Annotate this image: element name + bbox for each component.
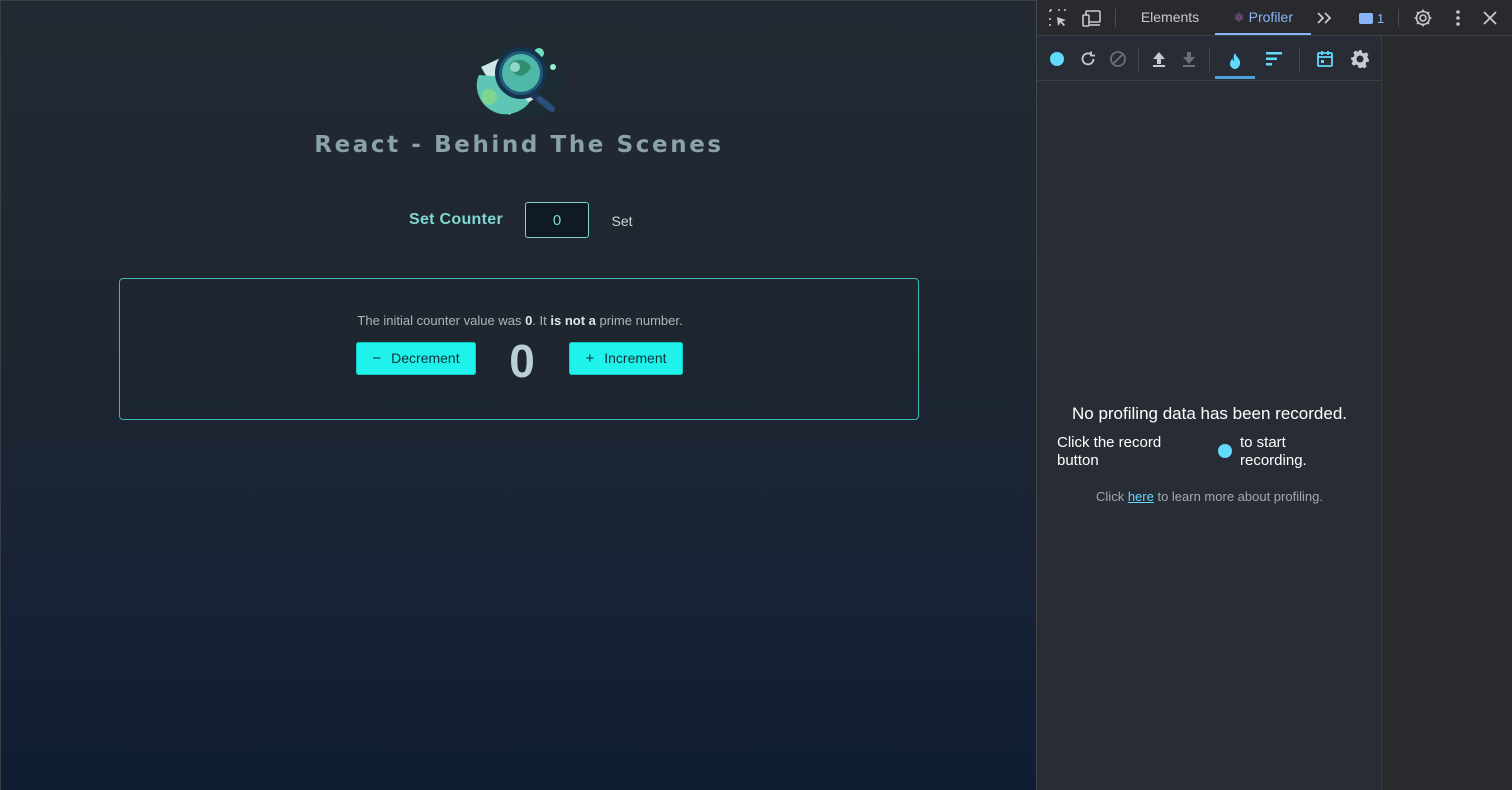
message-icon: [1359, 12, 1373, 24]
clear-icon[interactable]: [1106, 47, 1130, 71]
learn-more-text: Click here to learn more about profiling…: [1037, 489, 1382, 504]
download-icon[interactable]: [1177, 47, 1201, 71]
app-pane: React - Behind The Scenes Set Counter Se…: [0, 0, 1036, 790]
timeline-icon[interactable]: [1313, 47, 1337, 71]
flame-chart-icon[interactable]: [1215, 45, 1255, 79]
increment-button[interactable]: + Increment: [569, 342, 683, 375]
chevron-double-right-icon[interactable]: [1313, 7, 1335, 29]
learn-suffix: to learn more about profiling.: [1153, 489, 1323, 504]
gear-icon[interactable]: [1412, 7, 1434, 29]
info-prime-status: is not a: [550, 313, 596, 328]
increment-label: Increment: [604, 350, 667, 366]
tab-profiler[interactable]: ⚛ Profiler: [1215, 0, 1311, 35]
info-prefix: The initial counter value was: [357, 313, 526, 328]
tab-elements[interactable]: Elements: [1130, 0, 1210, 35]
set-counter-label: Set Counter: [409, 211, 503, 228]
info-mid: . It: [532, 313, 551, 328]
profiler-panel: No profiling data has been recorded. Cli…: [1037, 36, 1382, 790]
learn-prefix: Click: [1096, 489, 1128, 504]
ranked-chart-icon[interactable]: [1262, 47, 1286, 71]
info-suffix: prime number.: [595, 313, 683, 328]
record-icon[interactable]: [1045, 47, 1069, 71]
profiler-toolbar: [1037, 36, 1382, 81]
page-title: React - Behind The Scenes: [314, 132, 724, 158]
tab-profiler-label: Profiler: [1248, 9, 1293, 25]
upload-icon[interactable]: [1147, 47, 1171, 71]
learn-more-link[interactable]: here: [1128, 489, 1154, 504]
decrement-label: Decrement: [391, 350, 460, 366]
empty-state-title: No profiling data has been recorded.: [1071, 404, 1347, 423]
devtools-tabbar: Elements ⚛ Profiler 1: [1037, 0, 1512, 36]
logo-image: [467, 37, 571, 123]
record-dot-icon: [1218, 444, 1232, 458]
messages-badge[interactable]: 1: [1359, 9, 1384, 27]
devtools-side-area: [1382, 36, 1512, 790]
inspect-element-icon[interactable]: [1047, 7, 1069, 29]
minus-icon: −: [372, 350, 382, 367]
settings-icon[interactable]: [1348, 47, 1372, 71]
message-count: 1: [1377, 10, 1385, 26]
kebab-menu-icon[interactable]: [1447, 7, 1469, 29]
react-logo-icon: ⚛: [1232, 10, 1245, 25]
reload-icon[interactable]: [1076, 47, 1100, 71]
empty-state-hint: Click the record button to start recordi…: [1057, 434, 1367, 474]
set-button[interactable]: Set: [605, 210, 639, 232]
set-counter-input[interactable]: [525, 202, 589, 238]
set-counter-row: Set Counter Set: [1, 201, 1037, 239]
plus-icon: +: [585, 350, 595, 367]
devtools-panel: Elements ⚛ Profiler 1 No profiling data …: [1036, 0, 1512, 790]
device-toolbar-icon[interactable]: [1081, 7, 1103, 29]
counter-info-text: The initial counter value was 0. It is n…: [120, 313, 920, 328]
empty-hint-left: Click the record button: [1057, 434, 1162, 469]
counter-panel: The initial counter value was 0 . It is n…: [119, 278, 919, 420]
counter-value: 0: [509, 335, 535, 387]
decrement-button[interactable]: − Decrement: [356, 342, 476, 375]
close-icon[interactable]: [1479, 7, 1501, 29]
empty-hint-right: to start recording.: [1240, 434, 1307, 469]
